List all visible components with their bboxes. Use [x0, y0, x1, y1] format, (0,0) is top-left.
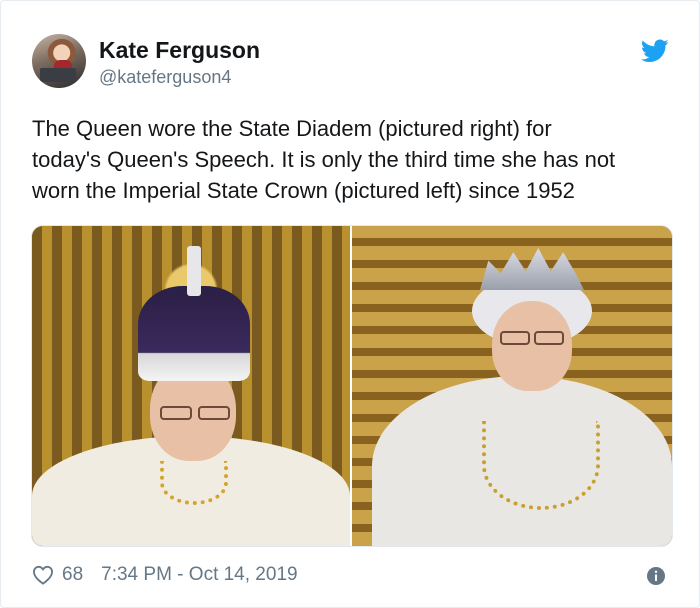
- like-count[interactable]: 68: [62, 564, 83, 586]
- tweet-footer: 68 7:34 PM - Oct 14, 2019: [32, 561, 298, 589]
- tweet-text: The Queen wore the State Diadem (picture…: [32, 116, 616, 203]
- tweet-media[interactable]: [31, 225, 673, 547]
- avatar[interactable]: [32, 34, 86, 88]
- twitter-bird-icon[interactable]: [641, 39, 669, 63]
- user-handle[interactable]: @kateferguson4: [99, 67, 231, 88]
- photo-imperial-state-crown[interactable]: [32, 226, 350, 546]
- tweet-timestamp[interactable]: 7:34 PM - Oct 14, 2019: [101, 564, 297, 586]
- info-icon[interactable]: [646, 566, 666, 586]
- avatar-laptop: [40, 68, 76, 82]
- photo-state-diadem[interactable]: [352, 226, 672, 546]
- tweet-card: Kate Ferguson @kateferguson4 The Queen w…: [0, 0, 700, 608]
- heart-icon[interactable]: [32, 565, 54, 585]
- user-display-name[interactable]: Kate Ferguson: [99, 37, 260, 64]
